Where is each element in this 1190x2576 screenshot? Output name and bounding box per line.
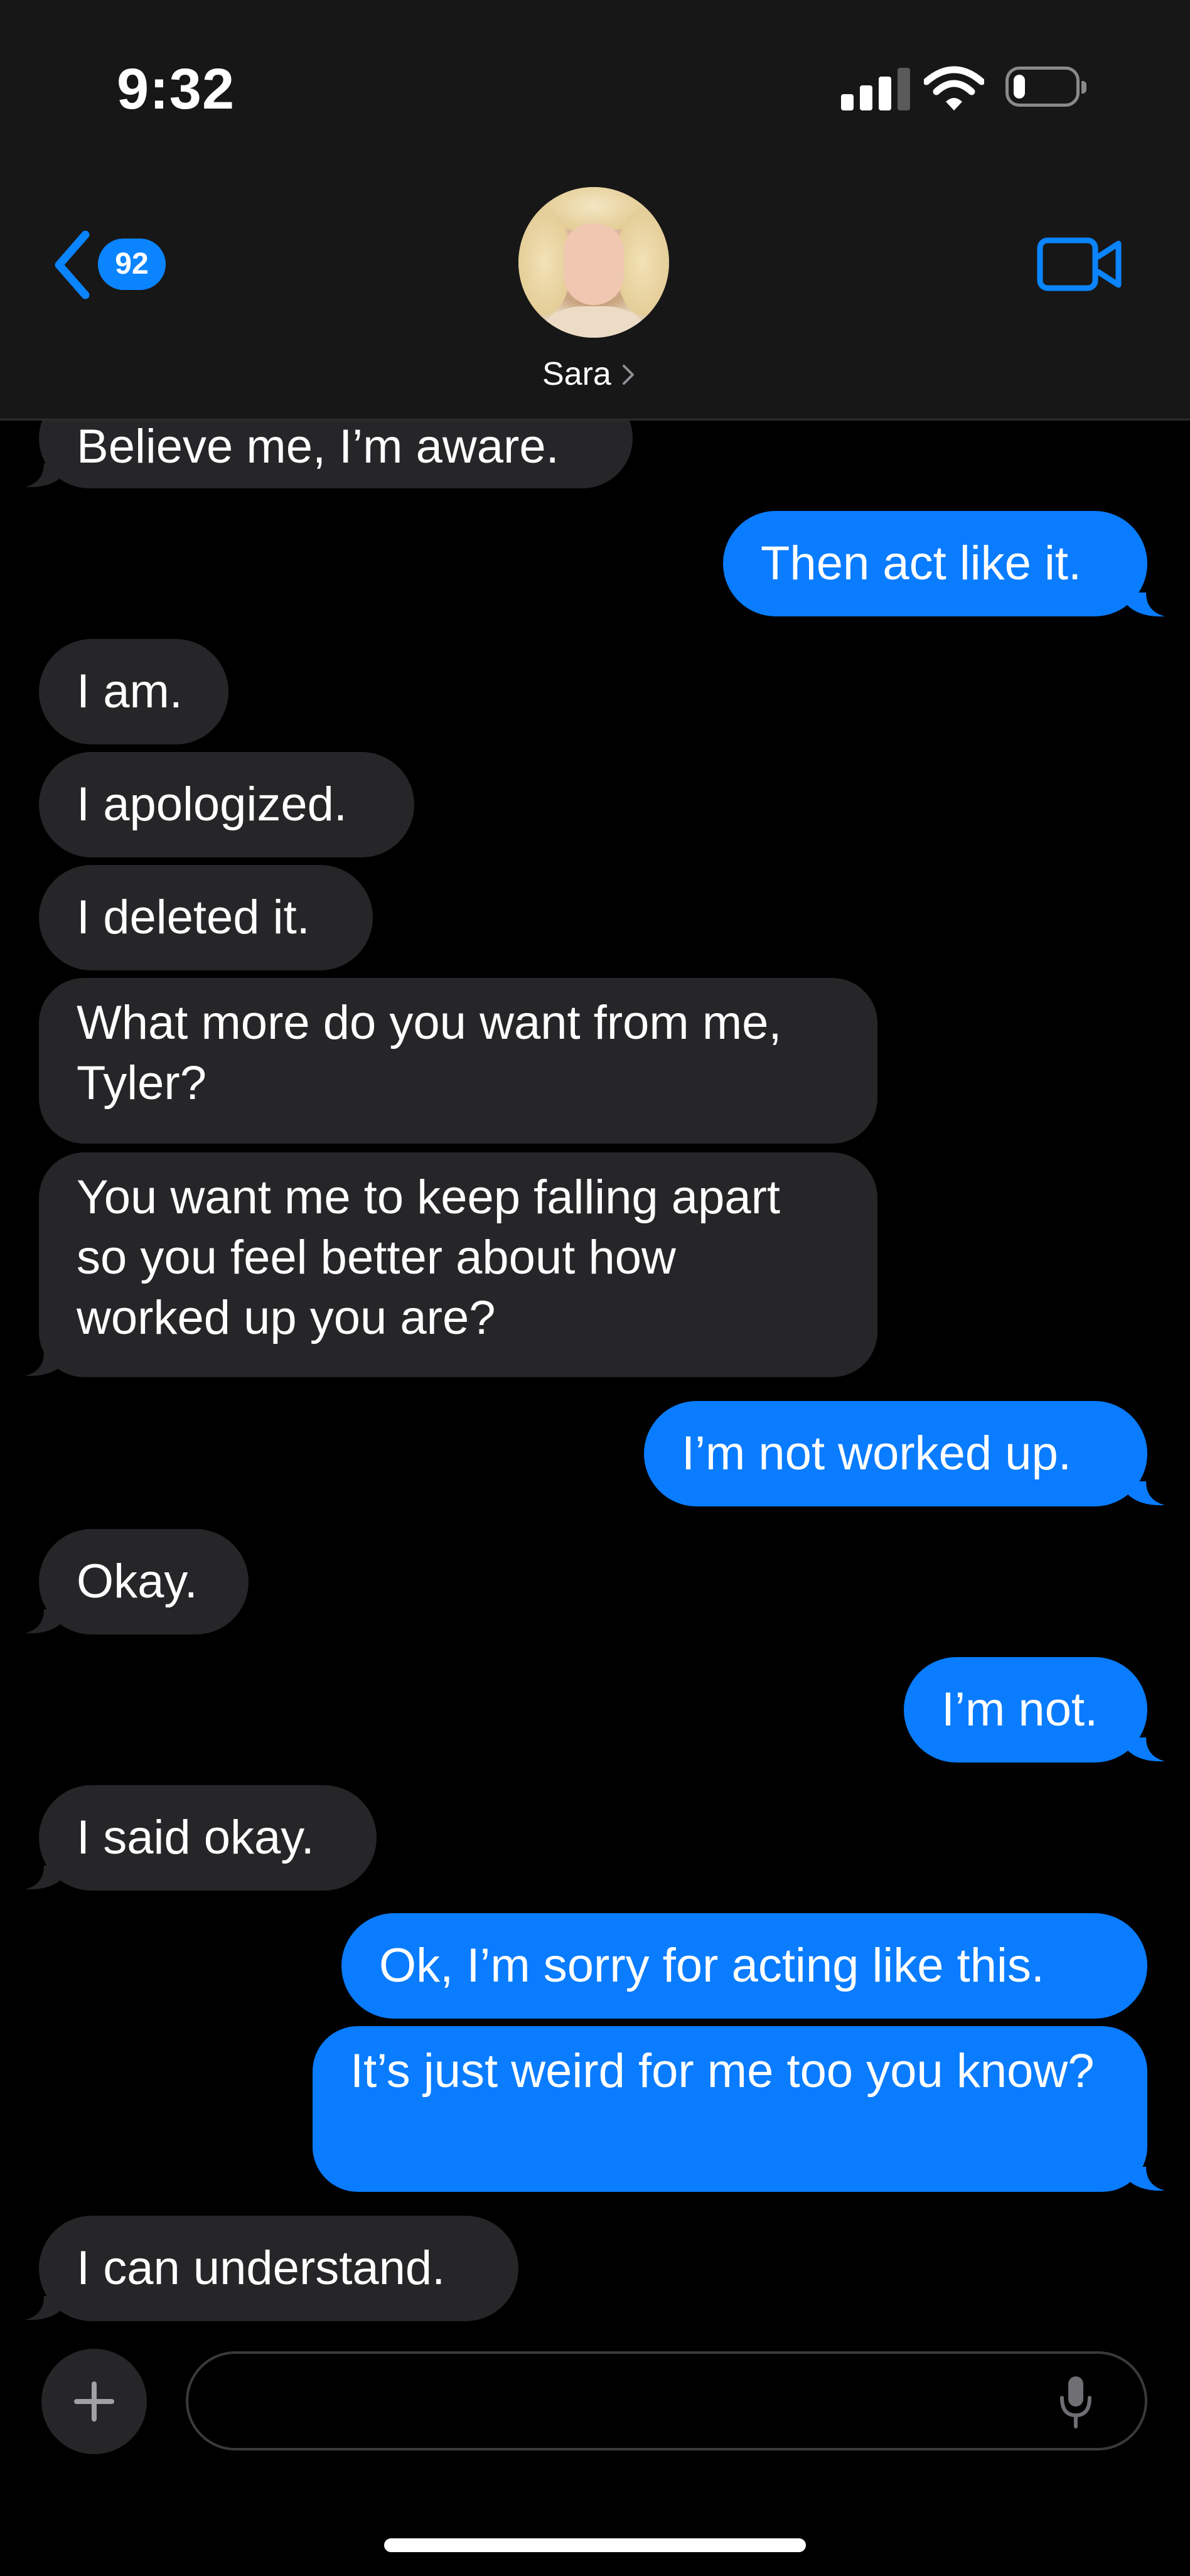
- received-message-bubble[interactable]: What more do you want from me, Tyler?: [39, 978, 877, 1144]
- battery-icon: [1005, 67, 1086, 107]
- sent-bubble-tail: [1127, 2167, 1165, 2191]
- message-text: I said okay.: [77, 1811, 314, 1864]
- received-message-bubble[interactable]: You want me to keep falling apart so you…: [39, 1152, 877, 1377]
- message-text: Then act like it.: [761, 537, 1082, 590]
- message-text: Ok, I’m sorry for acting like this.: [379, 1939, 1045, 1992]
- message-text: I am.: [77, 665, 183, 718]
- conversation-header: 9:32 92 Sara: [0, 0, 1190, 421]
- message-text: I’m not.: [941, 1683, 1098, 1736]
- received-message-bubble[interactable]: I said okay.: [39, 1785, 377, 1891]
- message-input[interactable]: [186, 2351, 1147, 2450]
- sent-bubble-tail: [1127, 593, 1165, 617]
- message-text: It’s just weird for me too you know?: [350, 2044, 1095, 2098]
- add-attachment-button[interactable]: [41, 2349, 147, 2454]
- sent-message-bubble[interactable]: Ok, I’m sorry for acting like this.: [341, 1913, 1147, 2019]
- message-text: I can understand.: [77, 2241, 446, 2295]
- received-bubble-tail: [25, 1865, 63, 1890]
- battery-level-fill: [1014, 75, 1025, 99]
- received-message-bubble[interactable]: I am.: [39, 639, 228, 744]
- microphone-icon[interactable]: [1057, 2374, 1095, 2430]
- received-bubble-tail: [25, 1609, 63, 1634]
- unread-count-badge[interactable]: 92: [98, 239, 166, 290]
- sent-bubble-tail: [1127, 1737, 1165, 1762]
- received-message-bubble[interactable]: Okay.: [39, 1529, 249, 1634]
- message-text: I apologized.: [77, 778, 347, 831]
- contact-avatar[interactable]: [518, 187, 669, 338]
- message-text: Okay.: [77, 1555, 198, 1608]
- contact-name[interactable]: Sara: [542, 355, 611, 393]
- chevron-left-icon[interactable]: [49, 227, 99, 303]
- status-bar-time: 9:32: [117, 57, 235, 121]
- sent-message-bubble[interactable]: Then act like it.: [723, 511, 1147, 616]
- received-message-bubble[interactable]: I apologized.: [39, 752, 414, 857]
- received-message-bubble[interactable]: I can understand.: [39, 2216, 518, 2321]
- video-camera-icon[interactable]: [1037, 237, 1122, 291]
- sent-message-bubble[interactable]: I’m not worked up.: [644, 1401, 1147, 1506]
- received-bubble-tail: [25, 2296, 63, 2321]
- sent-bubble-tail: [1127, 1481, 1165, 1506]
- message-text: What more do you want from me, Tyler?: [77, 996, 782, 1110]
- message-text: You want me to keep falling apart so you…: [77, 1171, 781, 1344]
- message-text: I’m not worked up.: [682, 1427, 1071, 1480]
- sent-message-bubble[interactable]: I’m not.: [904, 1657, 1147, 1763]
- received-message-bubble[interactable]: I deleted it.: [39, 865, 373, 970]
- cellular-signal-icon: [841, 68, 910, 110]
- chevron-right-icon: [623, 365, 634, 385]
- message-text: I deleted it.: [77, 891, 310, 944]
- received-bubble-tail: [25, 1352, 63, 1377]
- home-indicator[interactable]: [384, 2538, 806, 2552]
- wifi-icon: [924, 66, 984, 110]
- received-bubble-tail: [25, 463, 63, 488]
- sent-message-bubble[interactable]: It’s just weird for me too you know?: [313, 2026, 1147, 2192]
- message-text: Believe me, I’m aware.: [77, 420, 559, 473]
